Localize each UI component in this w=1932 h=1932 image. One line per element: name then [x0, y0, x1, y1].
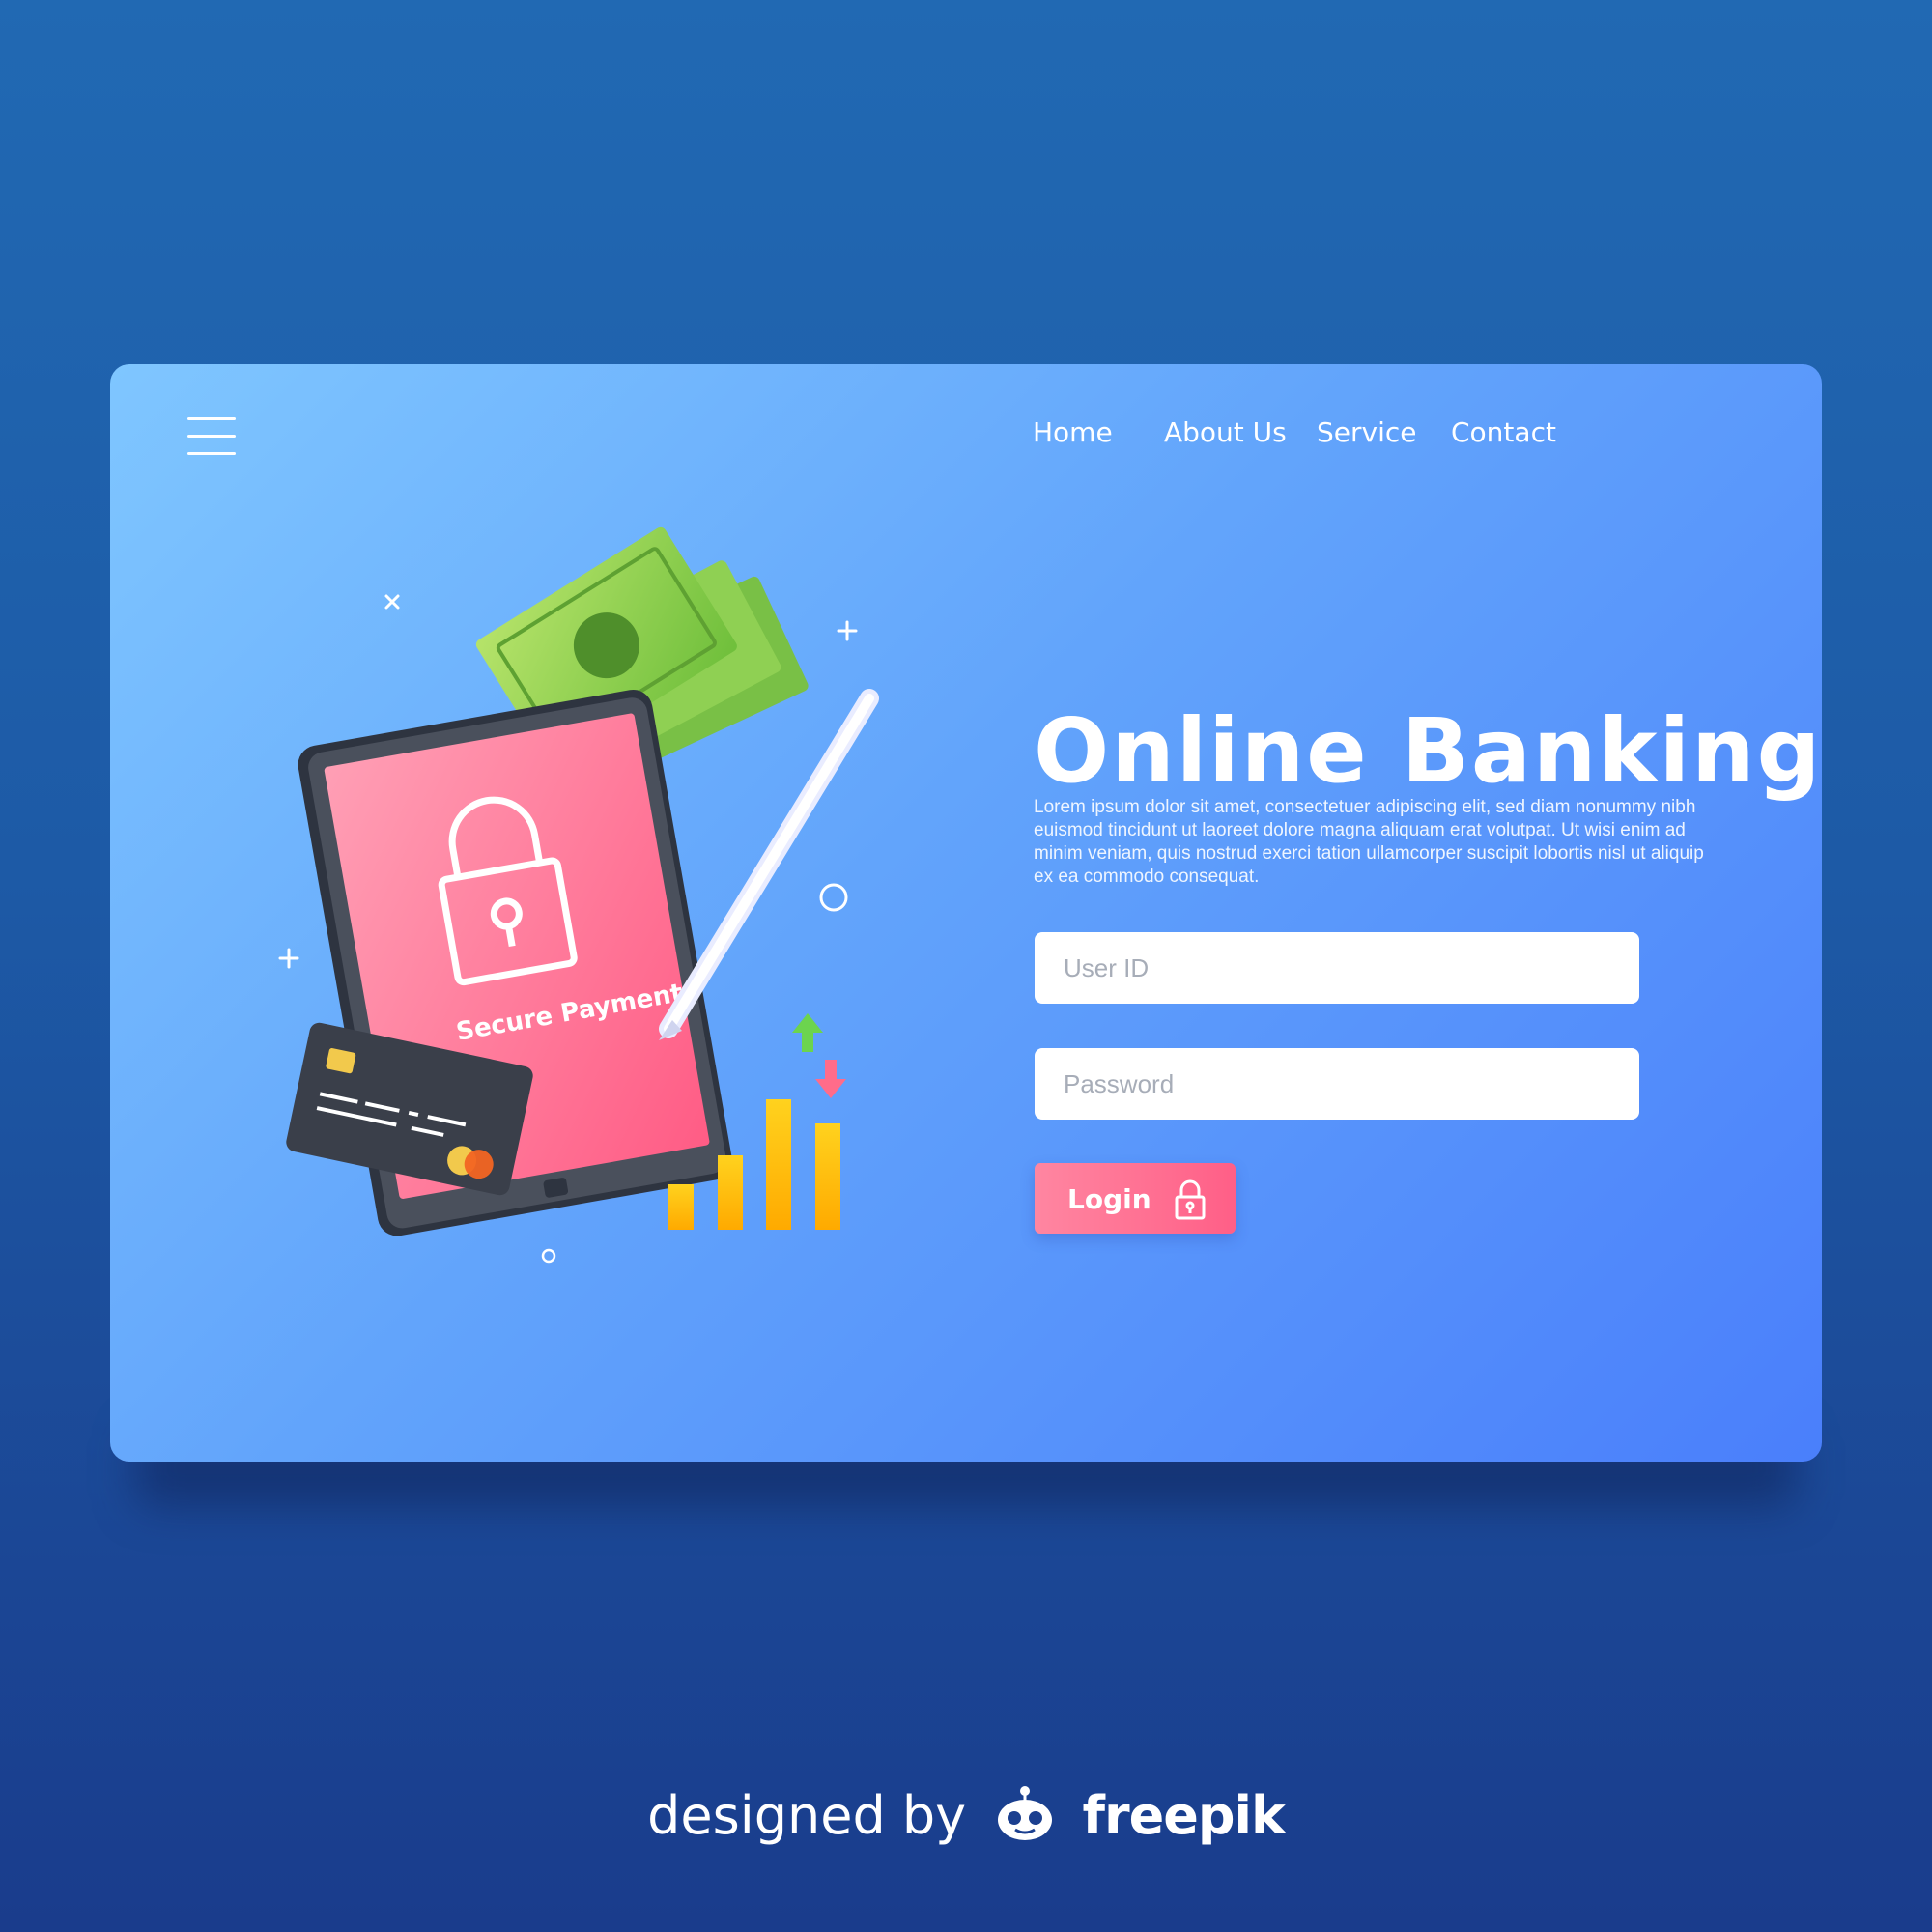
freepik-logo-icon — [998, 1786, 1053, 1841]
user-id-input[interactable] — [1035, 932, 1639, 1004]
decor-x-icon — [384, 594, 400, 610]
page-title: Online Banking — [1034, 698, 1822, 803]
nav-service[interactable]: Service — [1317, 416, 1416, 448]
password-input[interactable] — [1035, 1048, 1639, 1120]
footer-credit: designed by freepik — [0, 1785, 1932, 1847]
nav-contact[interactable]: Contact — [1451, 416, 1556, 448]
footer-brand: freepik — [1082, 1785, 1285, 1846]
decor-circle — [541, 1248, 556, 1264]
footer-prefix: designed by — [647, 1785, 967, 1846]
nav-home[interactable]: Home — [1033, 416, 1113, 448]
secure-payment-illustration: Secure Payment — [278, 526, 879, 1264]
hero-description: Lorem ipsum dolor sit amet, consectetuer… — [1034, 797, 1704, 887]
down-arrow-icon — [815, 1060, 846, 1098]
nav-about-us[interactable]: About Us — [1164, 416, 1287, 448]
lock-icon — [1175, 1179, 1206, 1220]
login-button-label: Login — [1067, 1182, 1151, 1215]
decor-circle — [819, 883, 848, 912]
up-arrow-icon — [792, 1013, 823, 1052]
login-button[interactable]: Login — [1035, 1163, 1236, 1234]
landing-card: Home About Us Service Contact Secure Pay… — [110, 364, 1822, 1462]
